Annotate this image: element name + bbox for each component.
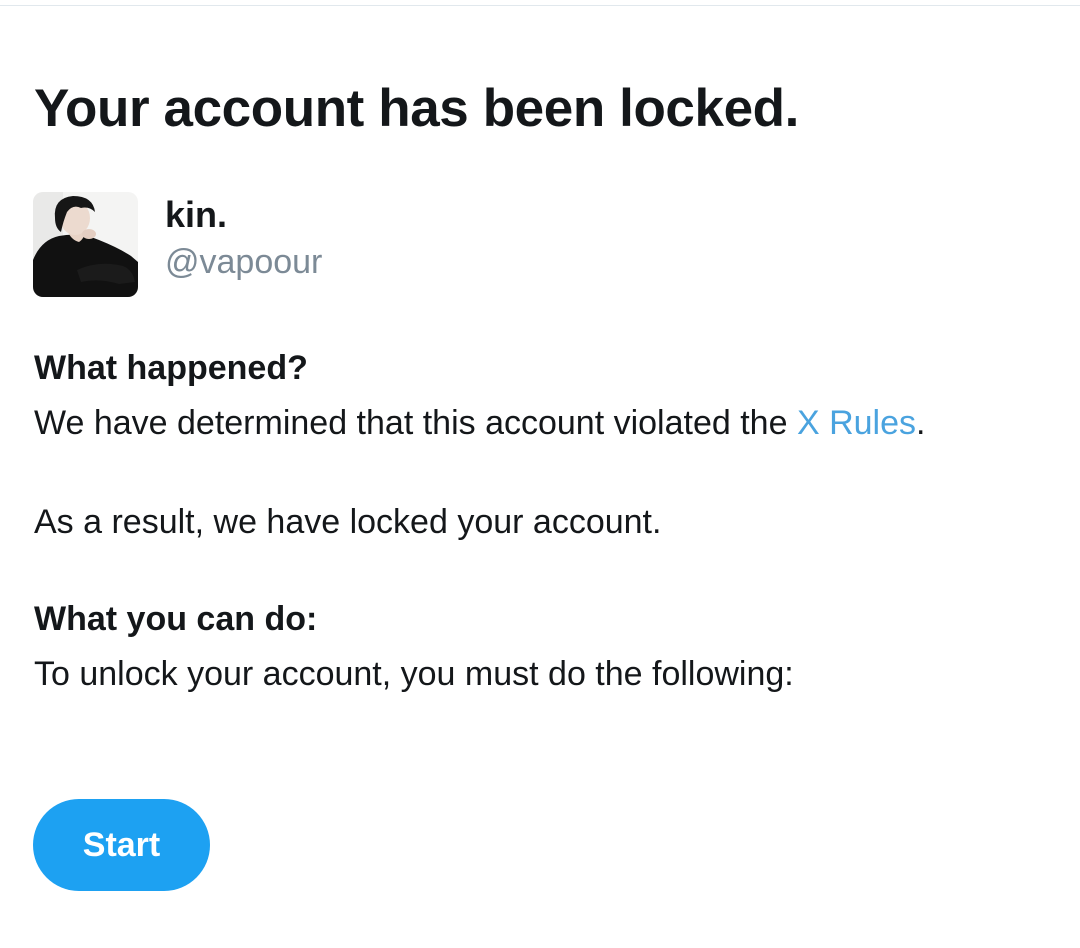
lock-result-text: As a result, we have locked your account… bbox=[34, 503, 662, 541]
violation-text: We have determined that this account vio… bbox=[34, 401, 925, 445]
violation-text-start: We have determined that this account vio… bbox=[34, 404, 797, 442]
avatar-photo bbox=[33, 192, 138, 297]
display-name: kin. bbox=[165, 194, 228, 235]
account-handle: @vapoour bbox=[165, 243, 323, 281]
what-happened-heading: What happened? bbox=[34, 349, 308, 387]
unlock-instructions-text: To unlock your account, you must do the … bbox=[34, 655, 794, 693]
start-button[interactable]: Start bbox=[33, 799, 210, 891]
what-you-can-do-heading: What you can do: bbox=[34, 600, 318, 638]
avatar bbox=[33, 192, 138, 297]
page-title: Your account has been locked. bbox=[34, 79, 799, 138]
x-rules-link[interactable]: X Rules bbox=[797, 404, 916, 442]
top-divider bbox=[0, 5, 1080, 6]
violation-text-end: . bbox=[916, 404, 926, 442]
